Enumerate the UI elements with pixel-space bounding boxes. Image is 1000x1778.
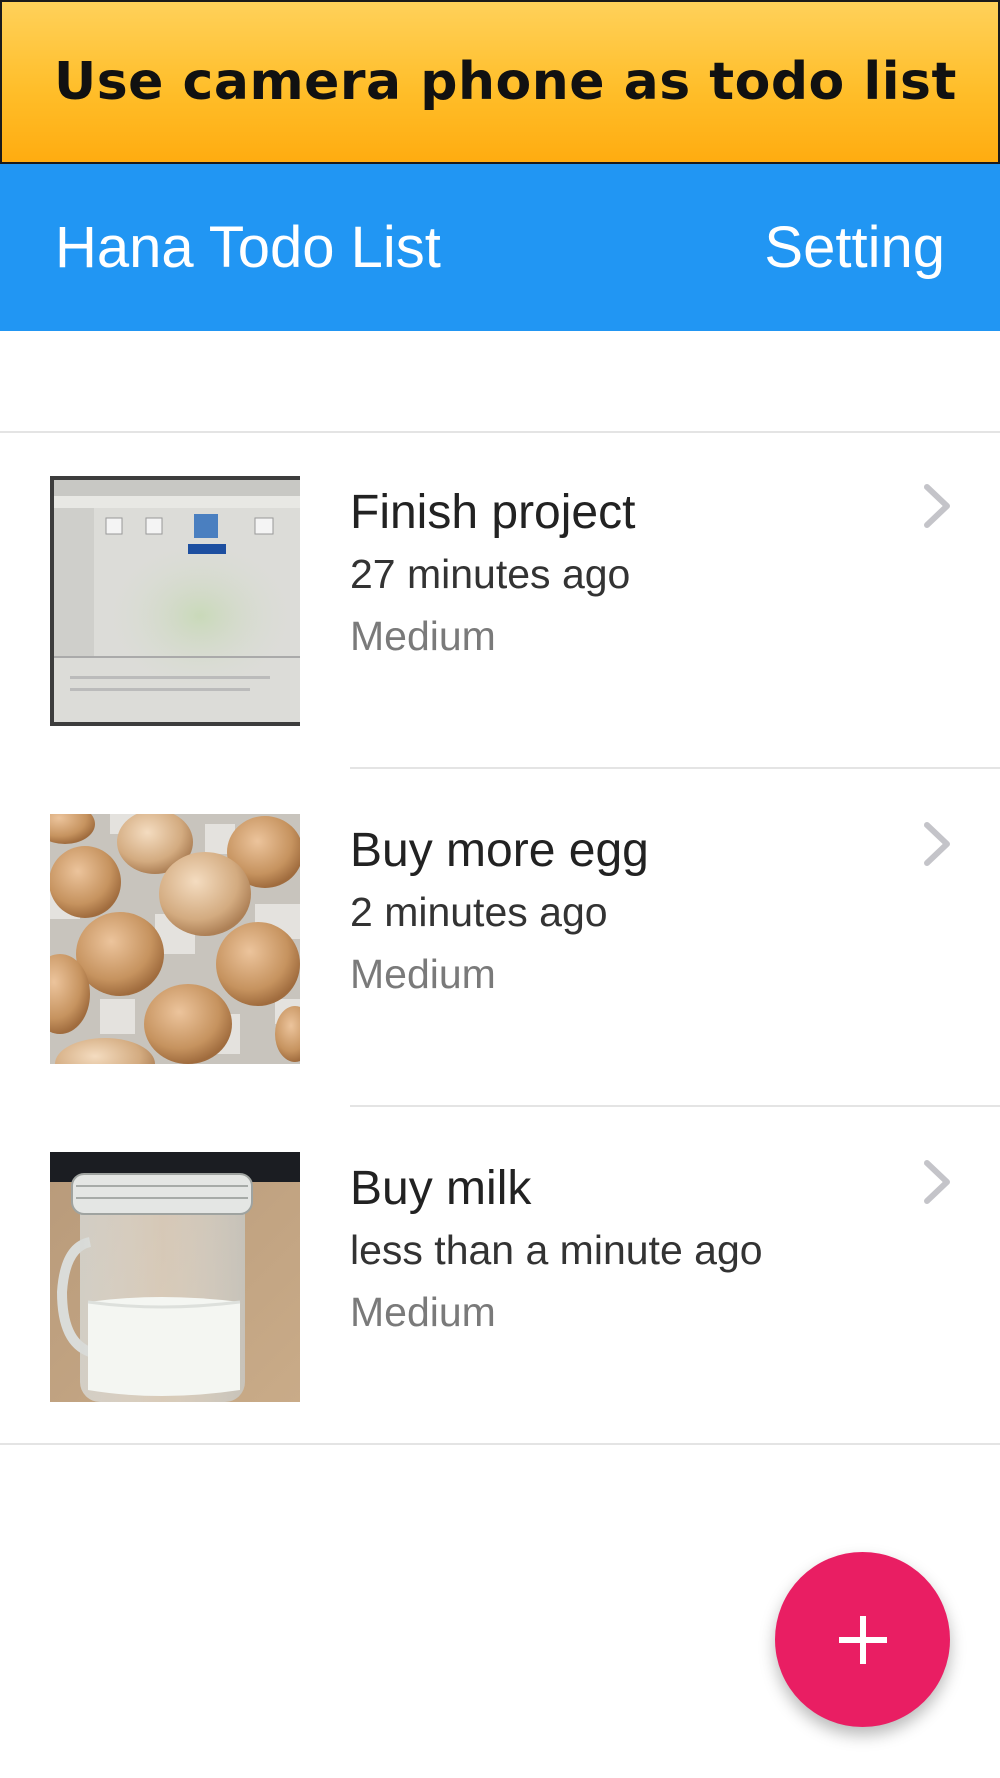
app-bar: Hana Todo List Setting (0, 164, 1000, 331)
app-title: Hana Todo List (55, 215, 441, 280)
todo-priority: Medium (350, 613, 496, 659)
todo-title: Buy more egg (350, 824, 649, 877)
todo-thumbnail-laptop (50, 476, 300, 726)
setting-button[interactable]: Setting (764, 214, 945, 281)
chevron-right-icon (924, 484, 950, 528)
todo-item-buy-milk[interactable]: Buy milk less than a minute ago Medium (0, 1109, 1000, 1445)
todo-time: 2 minutes ago (350, 889, 608, 935)
chevron-right-icon (924, 1160, 950, 1204)
chevron-right-icon (924, 822, 950, 866)
todo-thumbnail-milk (50, 1152, 300, 1402)
plus-icon (838, 1615, 887, 1664)
todo-priority: Medium (350, 1289, 496, 1335)
todo-item-finish-project[interactable]: Finish project 27 minutes ago Medium (0, 433, 1000, 769)
todo-title: Finish project (350, 486, 636, 539)
todo-time: 27 minutes ago (350, 551, 631, 597)
item-divider (350, 767, 1000, 769)
todo-title: Buy milk (350, 1162, 532, 1215)
todo-item-buy-more-egg[interactable]: Buy more egg 2 minutes ago Medium (0, 771, 1000, 1107)
todo-priority: Medium (350, 951, 496, 997)
promo-text: Use camera phone as todo list (54, 52, 957, 112)
list-bottom-divider (0, 1443, 1000, 1445)
item-divider (350, 1105, 1000, 1107)
todo-thumbnail-eggs (50, 814, 300, 1064)
todo-time: less than a minute ago (350, 1227, 763, 1273)
promo-banner: Use camera phone as todo list (0, 0, 1000, 164)
add-todo-button[interactable] (775, 1552, 950, 1727)
